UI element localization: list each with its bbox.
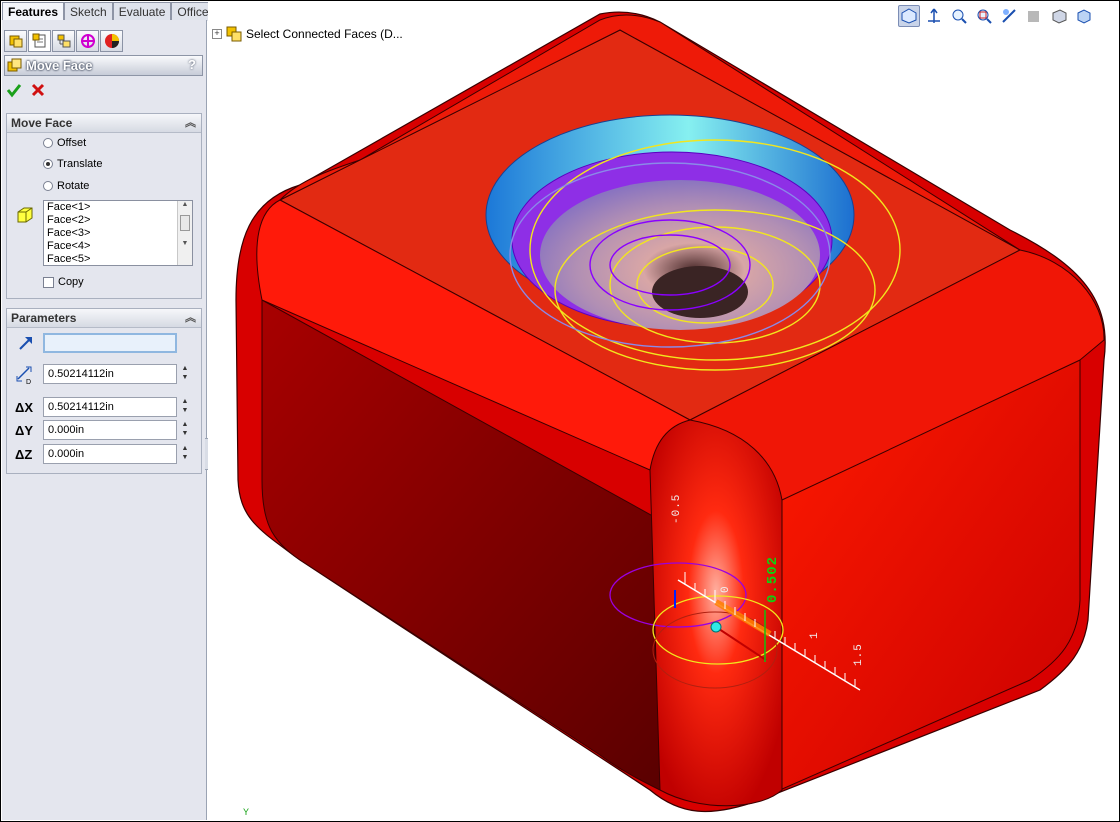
ruler-label-zero: 0 — [720, 586, 732, 593]
radio-rotate[interactable]: Rotate — [43, 180, 89, 192]
axis-y-label: Y — [243, 807, 250, 817]
group-header[interactable]: Move Face ︽ — [7, 114, 201, 133]
list-scrollbar[interactable]: ▲ ▼ — [177, 201, 192, 265]
delta-z-field[interactable]: 0.000in — [43, 444, 177, 464]
ruler-current-value: 0.502 — [765, 555, 781, 603]
list-item[interactable]: Face<3> — [44, 227, 192, 240]
radio-circle[interactable] — [43, 181, 53, 191]
delta-x-label: ΔX — [15, 400, 34, 415]
list-item[interactable]: Face<1> — [44, 201, 192, 214]
collapse-icon[interactable]: ︽ — [185, 309, 196, 327]
expand-icon[interactable]: + — [212, 29, 222, 39]
radio-label: Rotate — [57, 180, 90, 192]
list-item[interactable]: Face<5> — [44, 253, 192, 265]
group-title: Parameters — [11, 311, 77, 325]
configuration-manager-icon[interactable] — [52, 30, 75, 52]
delta-x-field[interactable]: 0.50214112in — [43, 397, 177, 417]
checkbox-label: Copy — [58, 276, 84, 288]
collapse-icon[interactable]: ︽ — [185, 114, 196, 132]
radio-offset[interactable]: Offset — [43, 137, 86, 149]
direction-arrow-icon — [19, 337, 32, 350]
delta-x-spinner[interactable]: ▲ ▼ — [179, 397, 191, 417]
distance-field[interactable]: 0.50214112in — [43, 364, 177, 384]
tree-item-label: Select Connected Faces (D... — [246, 27, 403, 41]
ruler-label-one-half: 1.5 — [853, 643, 865, 666]
move-face-group: Move Face ︽ Offset Translate Rotate Face… — [6, 113, 202, 299]
section-view-icon[interactable] — [998, 5, 1020, 27]
group-header[interactable]: Parameters ︽ — [7, 309, 201, 328]
tab-features[interactable]: Features — [2, 2, 65, 21]
manager-icon-bar — [4, 30, 123, 52]
cancel-x-icon[interactable] — [30, 82, 46, 98]
ok-cancel-row — [6, 82, 46, 98]
display-style-icon[interactable] — [1023, 5, 1045, 27]
property-manager-icon[interactable] — [28, 30, 51, 52]
face-selection-icon — [17, 207, 33, 223]
view-settings-icon[interactable] — [1073, 5, 1095, 27]
zoom-to-area-icon[interactable] — [973, 5, 995, 27]
move-face-icon — [7, 58, 22, 71]
delta-y-spinner[interactable]: ▲ ▼ — [179, 420, 191, 440]
radio-label: Offset — [57, 137, 87, 149]
property-manager-title-bar: Move Face ? — [4, 55, 203, 76]
distance-icon: D — [16, 366, 32, 385]
model-3d-view[interactable] — [208, 1, 1118, 820]
radio-label: Translate — [57, 158, 103, 170]
view-orientation-icon[interactable] — [898, 5, 920, 27]
list-item[interactable]: Face<4> — [44, 240, 192, 253]
direction-field[interactable] — [43, 333, 177, 353]
graphics-viewport[interactable]: -0.5 0 1 1.5 0.502 Y — [208, 1, 1118, 820]
ok-checkmark-icon[interactable] — [6, 82, 22, 98]
tab-evaluate[interactable]: Evaluate — [112, 2, 172, 21]
parameters-group: Parameters ︽ D 0.50214112in ▲ ▼ ΔX 0.5021… — [6, 308, 202, 474]
flyout-tree-item[interactable]: + Select Connected Faces (D... — [212, 26, 403, 42]
previous-view-icon[interactable] — [923, 5, 945, 27]
radio-circle[interactable] — [43, 138, 53, 148]
delta-z-label: ΔZ — [15, 447, 33, 462]
faces-selection-list[interactable]: Face<1> Face<2> Face<3> Face<4> Face<5> … — [43, 200, 193, 266]
svg-text:D: D — [26, 379, 31, 385]
delta-y-field[interactable]: 0.000in — [43, 420, 177, 440]
dimxpert-icon[interactable] — [76, 30, 99, 52]
copy-checkbox[interactable]: Copy — [43, 276, 84, 288]
delta-z-spinner[interactable]: ▲ ▼ — [179, 444, 191, 464]
help-button[interactable]: ? — [188, 57, 196, 72]
hide-show-items-icon[interactable] — [1048, 5, 1070, 27]
checkbox-box[interactable] — [43, 276, 54, 288]
list-item[interactable]: Face<2> — [44, 214, 192, 227]
delta-y-label: ΔY — [15, 423, 34, 438]
ruler-label-minus-half: -0.5 — [671, 493, 683, 524]
tab-sketch[interactable]: Sketch — [64, 2, 113, 21]
ruler-label-one: 1 — [809, 632, 821, 639]
group-title: Move Face — [11, 116, 73, 130]
property-manager-title: Move Face — [26, 58, 93, 73]
heads-up-view-toolbar — [898, 5, 1095, 27]
select-connected-faces-icon — [226, 26, 242, 42]
radio-translate[interactable]: Translate — [43, 158, 102, 170]
feature-manager-icon[interactable] — [4, 30, 27, 52]
distance-spinner[interactable]: ▲ ▼ — [179, 364, 191, 384]
radio-circle[interactable] — [43, 159, 53, 169]
zoom-to-fit-icon[interactable] — [948, 5, 970, 27]
display-manager-icon[interactable] — [100, 30, 123, 52]
